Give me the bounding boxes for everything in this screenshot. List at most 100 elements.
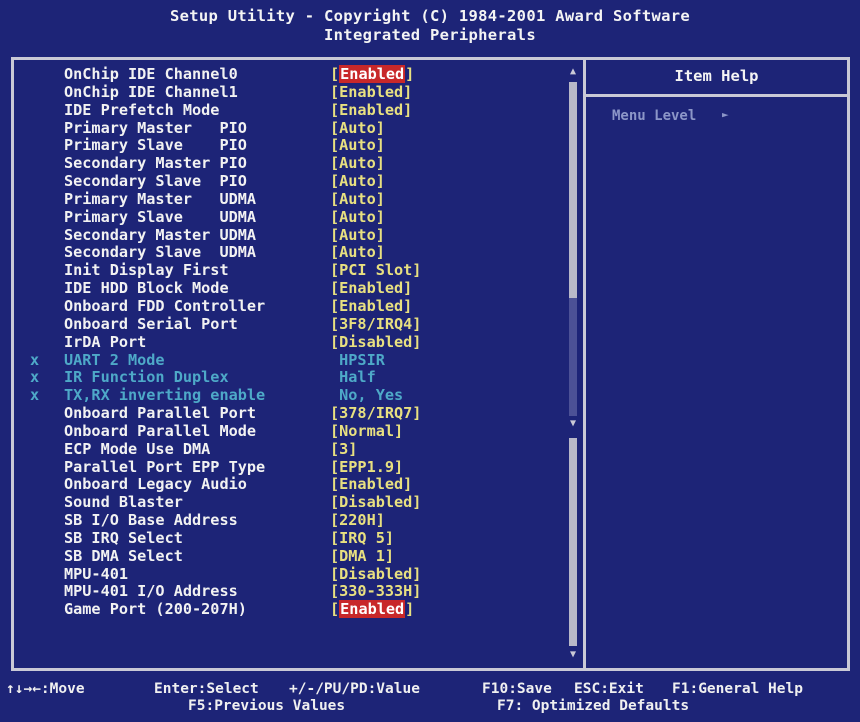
setting-label: Init Display First <box>64 261 229 280</box>
disabled-mark-icon: x <box>30 350 40 369</box>
setting-row[interactable]: Onboard FDD Controller [Enabled] <box>12 297 572 316</box>
right-arrow-icon: ► <box>722 108 729 121</box>
setting-value[interactable]: [DMA 1] <box>330 547 394 566</box>
setting-value[interactable]: [Auto] <box>330 190 385 209</box>
setting-label: Secondary Master UDMA <box>64 225 257 244</box>
setting-value[interactable]: [Auto] <box>330 244 385 262</box>
setting-label: ECP Mode Use DMA <box>64 439 211 458</box>
setting-value[interactable]: [Enabled] <box>330 279 412 298</box>
footer-move: ↑↓→←:Move <box>6 681 85 697</box>
setting-row[interactable]: IrDA Port [Disabled] <box>12 332 572 352</box>
selected-value-highlight[interactable]: Enabled <box>339 65 406 83</box>
setting-value[interactable]: [3] <box>330 440 357 459</box>
setting-row[interactable]: Secondary Master UDMA [Auto] <box>12 225 572 245</box>
setting-row[interactable]: OnChip IDE Channel1 [Enabled] <box>12 83 572 102</box>
setting-label: IR Function Duplex <box>64 368 229 387</box>
setting-row[interactable]: SB I/O Base Address [220H] <box>12 511 572 530</box>
setting-value: No, Yes <box>330 386 404 405</box>
setting-value[interactable]: [Enabled] <box>330 297 412 316</box>
setting-value[interactable]: [Disabled] <box>330 493 421 512</box>
scroll-track[interactable] <box>569 298 577 416</box>
setting-label: Game Port (200-207H) <box>64 600 247 619</box>
setting-row: x UART 2 Mode HPSIR <box>12 350 572 370</box>
setting-value[interactable]: [Auto] <box>330 226 385 245</box>
setting-label: Onboard Legacy Audio <box>64 475 247 494</box>
scroll-thumb-upper[interactable] <box>569 82 577 298</box>
setting-row[interactable]: ECP Mode Use DMA [3] <box>12 439 572 459</box>
setting-row[interactable]: Parallel Port EPP Type [EPP1.9] <box>12 458 572 477</box>
setting-label: MPU-401 <box>64 564 129 583</box>
setting-row[interactable]: Init Display First [PCI Slot] <box>12 261 572 280</box>
panel-divider <box>583 57 586 671</box>
setting-row[interactable]: Onboard Legacy Audio [Enabled] <box>12 476 572 494</box>
setting-row[interactable]: Primary Slave PIO [Auto] <box>12 137 572 155</box>
footer-exit: ESC:Exit <box>574 681 644 697</box>
scroll-down-arrow-icon-2[interactable]: ▼ <box>566 649 580 661</box>
setting-row[interactable]: MPU-401 [Disabled] <box>12 564 572 584</box>
setting-row[interactable]: Secondary Slave UDMA [Auto] <box>12 244 572 262</box>
setting-row[interactable]: SB IRQ Select [IRQ 5] <box>12 528 572 548</box>
page-title: Integrated Peripherals <box>324 26 536 44</box>
setting-row[interactable]: Onboard Parallel Port [378/IRQ7] <box>12 404 572 423</box>
setting-value[interactable]: [Auto] <box>330 208 385 227</box>
settings-list: OnChip IDE Channel0 [Enabled] OnChip IDE C… <box>12 65 572 619</box>
scroll-up-arrow-icon[interactable]: ▲ <box>566 66 580 78</box>
menu-level-label: Menu Level <box>612 108 697 124</box>
setting-value[interactable]: [220H] <box>330 511 385 530</box>
footer-optimized-defaults: F7: Optimized Defaults <box>497 698 690 714</box>
setting-row[interactable]: Sound Blaster [Disabled] <box>12 493 572 512</box>
setting-row[interactable]: MPU-401 I/O Address [330-333H] <box>12 583 572 601</box>
setting-value[interactable]: [EPP1.9] <box>330 458 403 477</box>
disabled-mark-icon: x <box>30 386 40 405</box>
item-help-title: Item Help <box>674 67 759 85</box>
setting-value[interactable]: [Auto] <box>330 154 385 173</box>
header: Setup Utility - Copyright (C) 1984-2001 … <box>0 0 860 56</box>
scroll-down-arrow-icon[interactable]: ▼ <box>566 418 580 430</box>
setting-value[interactable]: [Enabled] <box>330 600 414 619</box>
setting-value[interactable]: [IRQ 5] <box>330 529 394 548</box>
setting-label: IrDA Port <box>64 332 147 351</box>
setting-value[interactable]: [Disabled] <box>330 333 421 352</box>
setting-value[interactable]: [Enabled] <box>330 65 414 84</box>
scrollbar[interactable]: ▲ ▼ ▼ <box>566 60 580 664</box>
setting-value[interactable]: [PCI Slot] <box>330 261 421 280</box>
setting-row[interactable]: Primary Master PIO [Auto] <box>12 119 572 138</box>
setting-value[interactable]: [378/IRQ7] <box>330 404 421 423</box>
setting-row[interactable]: Primary Master UDMA [Auto] <box>12 190 572 209</box>
footer-select: Enter:Select <box>154 681 259 697</box>
setting-label: MPU-401 I/O Address <box>64 582 238 601</box>
setting-value[interactable]: [Auto] <box>330 137 385 155</box>
setting-row[interactable]: OnChip IDE Channel0 [Enabled] <box>12 65 572 84</box>
setting-row[interactable]: Primary Slave UDMA [Auto] <box>12 207 572 227</box>
setting-value[interactable]: [Disabled] <box>330 565 421 584</box>
setting-row[interactable]: SB DMA Select [DMA 1] <box>12 547 572 566</box>
setting-label: IDE Prefetch Mode <box>64 100 220 119</box>
setting-label: Secondary Slave UDMA <box>64 243 257 262</box>
setting-value[interactable]: [Auto] <box>330 172 385 191</box>
setting-value[interactable]: [Enabled] <box>330 83 412 102</box>
setting-row[interactable]: IDE HDD Block Mode [Enabled] <box>12 279 572 298</box>
setting-value[interactable]: [Enabled] <box>330 101 412 120</box>
setting-label: OnChip IDE Channel0 <box>64 65 238 83</box>
setting-value[interactable]: [Auto] <box>330 119 385 138</box>
selected-value-highlight[interactable]: Enabled <box>339 600 406 619</box>
setting-label: Primary Slave UDMA <box>64 207 257 226</box>
setting-label: Secondary Master PIO <box>64 154 247 173</box>
setting-value[interactable]: [330-333H] <box>330 583 421 601</box>
setting-label: Onboard Parallel Port <box>64 404 257 423</box>
setting-row[interactable]: Onboard Serial Port [3F8/IRQ4] <box>12 315 572 334</box>
setting-row[interactable]: Secondary Slave PIO [Auto] <box>12 172 572 191</box>
footer-save: F10:Save <box>482 681 552 697</box>
setting-row[interactable]: IDE Prefetch Mode [Enabled] <box>12 100 572 120</box>
setting-label: Sound Blaster <box>64 493 183 512</box>
setting-row[interactable]: Onboard Parallel Mode [Normal] <box>12 422 572 441</box>
setting-value[interactable]: [Normal] <box>330 422 403 441</box>
setting-value[interactable]: [3F8/IRQ4] <box>330 315 421 334</box>
help-separator <box>586 94 847 97</box>
scroll-thumb-lower[interactable] <box>569 438 577 646</box>
setting-row: x IR Function Duplex Half <box>12 368 572 387</box>
setting-value[interactable]: [Enabled] <box>330 476 412 494</box>
setting-row[interactable]: Game Port (200-207H) [Enabled] <box>12 600 572 619</box>
setting-row[interactable]: Secondary Master PIO [Auto] <box>12 154 572 173</box>
setting-label: SB IRQ Select <box>64 528 183 547</box>
